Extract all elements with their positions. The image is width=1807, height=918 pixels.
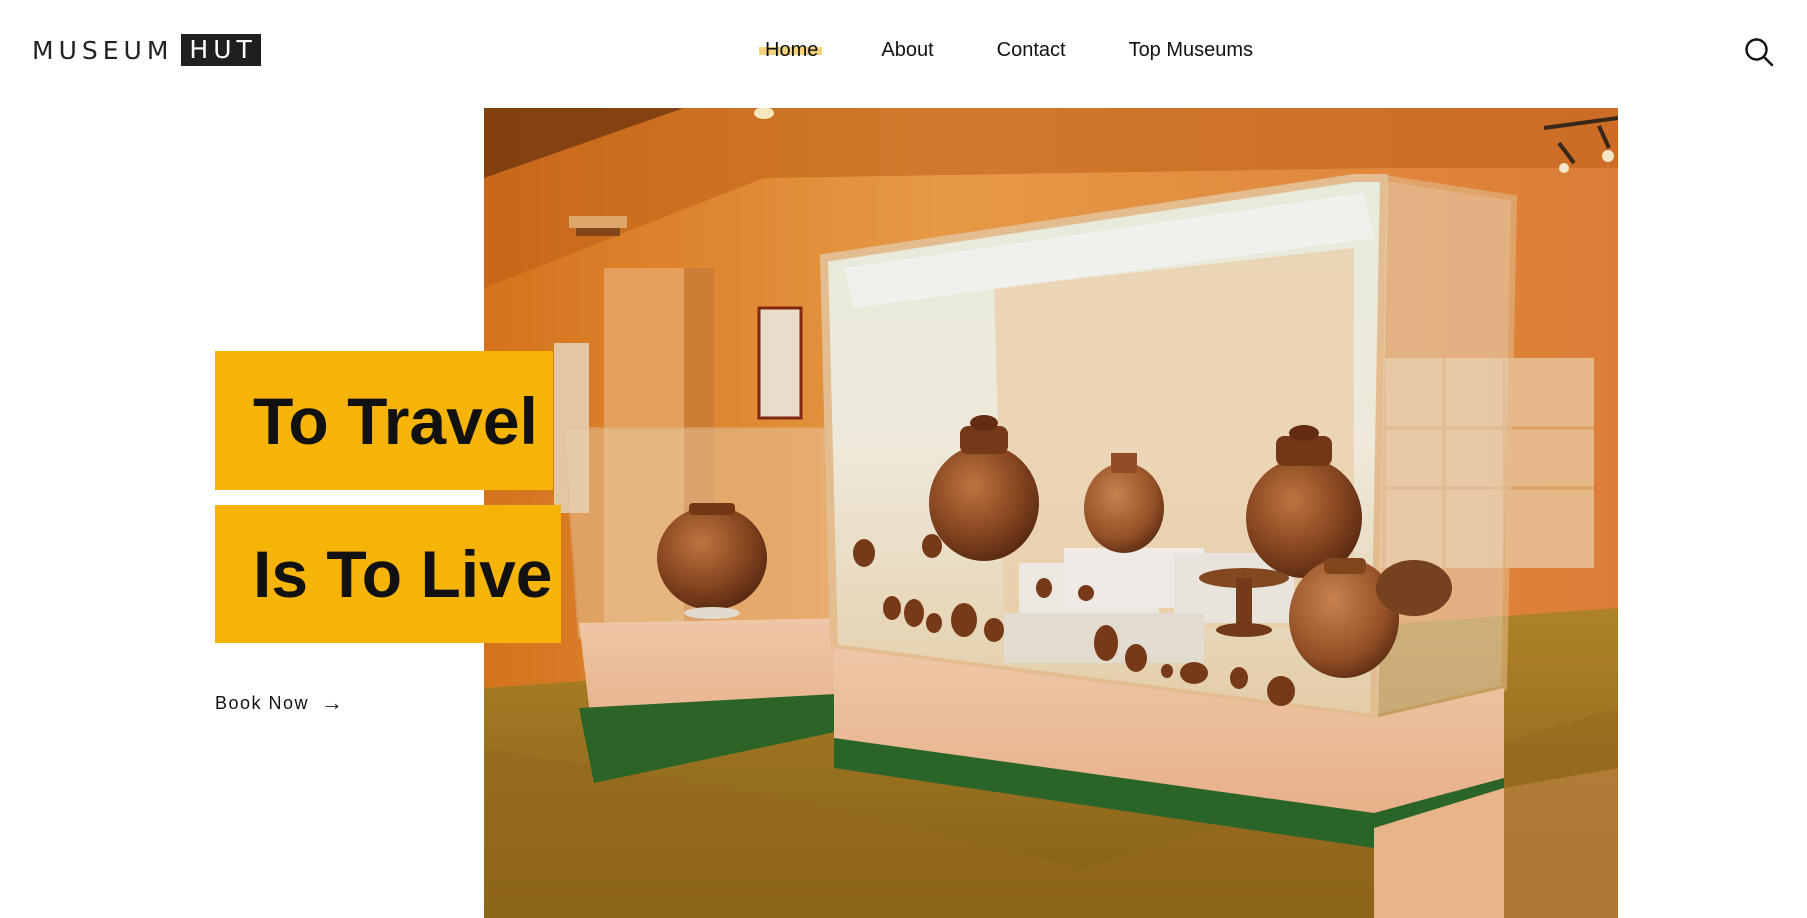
headline-line-1: To Travel	[215, 351, 553, 490]
book-now-link[interactable]: Book Now →	[215, 690, 343, 716]
logo-text: MUSEUM	[32, 35, 174, 65]
hero-image	[484, 108, 1618, 918]
search-button[interactable]	[1743, 36, 1775, 68]
page: MUSEUM HUT Home About Contact Top Museum…	[0, 0, 1807, 918]
headline-line-2: Is To Live	[215, 505, 561, 643]
nav-about[interactable]: About	[881, 36, 933, 64]
arrow-right-icon: →	[321, 690, 344, 715]
headline-line-1-text: To Travel	[253, 383, 538, 458]
nav-contact[interactable]: Contact	[997, 36, 1066, 64]
site-logo[interactable]: MUSEUM HUT	[32, 34, 261, 66]
main-nav: Home About Contact Top Museums	[758, 36, 1316, 64]
nav-home[interactable]: Home	[758, 36, 823, 64]
search-icon	[1745, 38, 1774, 67]
nav-top-museums[interactable]: Top Museums	[1129, 36, 1254, 64]
headline-line-2-text: Is To Live	[253, 537, 553, 611]
logo-badge: HUT	[181, 34, 261, 66]
book-now-label: Book Now	[215, 692, 310, 713]
